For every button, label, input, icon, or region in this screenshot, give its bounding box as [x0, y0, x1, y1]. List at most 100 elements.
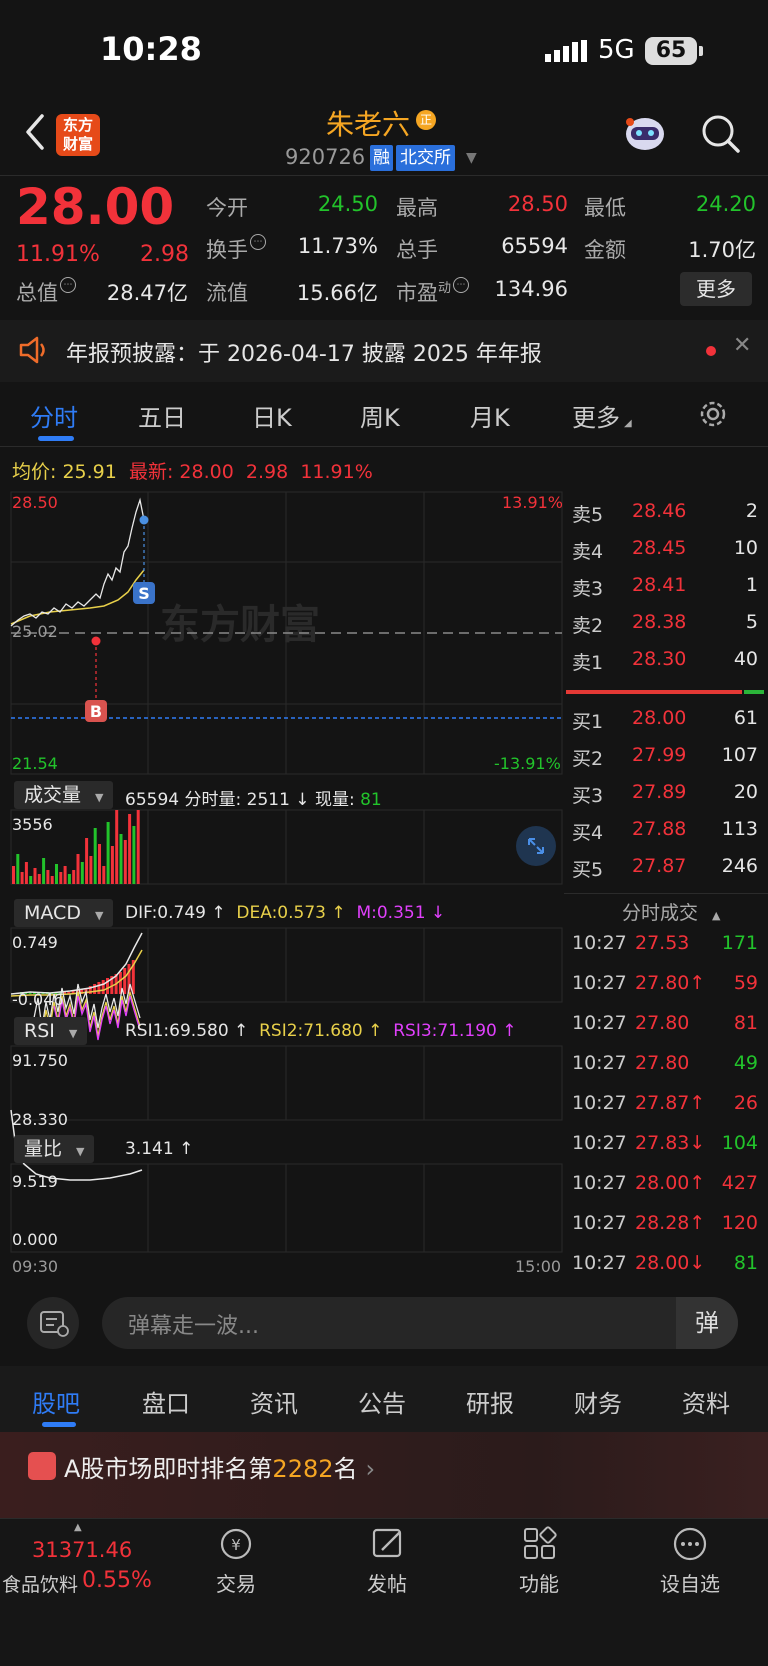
volume-bar — [46, 870, 50, 884]
last-price: 28.00 — [16, 178, 175, 236]
bid-row[interactable]: 买3 27.89 20 — [572, 781, 762, 813]
chevron-down-icon[interactable]: ▼ — [466, 150, 477, 166]
volume-bar — [20, 872, 24, 884]
open-value: 24.50 — [317, 192, 378, 216]
average-price-line — [10, 569, 145, 625]
nav-functions[interactable]: 功能 — [519, 1568, 559, 1597]
tab-news[interactable]: 资讯 — [250, 1384, 298, 1419]
indicator-select-rsi[interactable]: RSI ▼ — [14, 1017, 88, 1045]
ask-row[interactable]: 卖3 28.41 1 — [572, 574, 762, 606]
expand-icon[interactable] — [516, 826, 556, 866]
rsi-info: RSI1:69.580 ↑ RSI2:71.680 ↑ RSI3:71.190 … — [125, 1021, 517, 1041]
info-icon[interactable]: ⋯ — [453, 277, 470, 293]
svg-text:S: S — [138, 584, 150, 603]
sector-name[interactable]: 食品饮料 — [2, 1570, 78, 1597]
more-dots-icon[interactable] — [672, 1526, 708, 1566]
sell-point — [139, 515, 149, 525]
nav-trade[interactable]: 交易 — [216, 1568, 256, 1597]
change-percent: 11.91% — [16, 242, 100, 267]
stock-name[interactable]: 朱老六 — [326, 103, 410, 143]
volume-bar — [85, 838, 89, 884]
change-amount: 2.98 — [140, 242, 189, 267]
sector-change[interactable]: 0.55% — [82, 1568, 152, 1593]
sector-index-value[interactable]: 31371.46 — [32, 1538, 132, 1562]
tab-announcements[interactable]: 公告 — [358, 1384, 406, 1419]
chevron-up-icon[interactable]: ▲ — [74, 1522, 82, 1533]
ticks-title[interactable]: 分时成交 ▲ — [622, 898, 720, 925]
post-icon[interactable] — [370, 1526, 406, 1566]
indicator-select-macd[interactable]: MACD ▼ — [14, 899, 114, 927]
tab-profile[interactable]: 资料 — [682, 1384, 730, 1419]
tab-research[interactable]: 研报 — [466, 1384, 514, 1419]
status-time: 10:28 — [100, 30, 202, 68]
back-icon[interactable] — [22, 112, 48, 156]
time-axis-end: 15:00 — [515, 1257, 562, 1276]
trade-icon[interactable]: ¥ — [216, 1526, 256, 1566]
volume-bar — [80, 862, 84, 884]
search-icon[interactable] — [700, 113, 742, 159]
info-icon[interactable]: ⋯ — [60, 277, 76, 293]
robot-assistant-icon[interactable] — [622, 112, 668, 158]
gear-icon[interactable] — [697, 398, 729, 434]
nav-add-watchlist[interactable]: 设自选 — [660, 1568, 720, 1597]
bid-row[interactable]: 买5 27.87 246 — [572, 855, 762, 887]
pe-value: 134.96 — [494, 277, 568, 301]
tab-five-day[interactable]: 五日 — [138, 398, 186, 433]
ask-row[interactable]: 卖2 28.38 5 — [572, 611, 762, 643]
volume-bar — [93, 828, 97, 884]
functions-icon[interactable] — [522, 1526, 558, 1566]
network-type: 5G — [598, 35, 635, 65]
bid-row[interactable]: 买4 27.88 113 — [572, 818, 762, 850]
high-value: 28.50 — [507, 192, 568, 216]
volume-bar — [106, 822, 110, 884]
price-axis-mid: 25.02 — [12, 622, 58, 641]
amount-label: 金额 — [584, 238, 626, 262]
tab-more[interactable]: 更多 ◢ — [572, 398, 632, 433]
tab-monthly-k[interactable]: 月K — [470, 398, 510, 433]
volume-bar — [16, 854, 20, 884]
tab-intraday[interactable]: 分时 — [30, 398, 78, 433]
indicator-select-volume[interactable]: 成交量 ▼ — [14, 781, 114, 809]
volume-bar — [37, 874, 41, 884]
ask-row[interactable]: 卖4 28.45 10 — [572, 537, 762, 569]
volume-bar — [128, 814, 132, 884]
bid-row[interactable]: 买1 28.00 61 — [572, 707, 762, 739]
speaker-icon — [18, 335, 50, 369]
mktcap-label: 总值 ⋯ — [16, 277, 76, 307]
ask-row[interactable]: 卖1 28.30 40 — [572, 648, 762, 680]
tab-daily-k[interactable]: 日K — [252, 398, 292, 433]
notice-dot — [706, 346, 716, 356]
volume-bar — [50, 876, 54, 884]
ask-row[interactable]: 卖5 28.46 2 — [572, 500, 762, 532]
nav-post[interactable]: 发帖 — [367, 1568, 407, 1597]
macd-axis-top: 0.749 — [12, 933, 58, 952]
rsi-axis-bottom: 28.330 — [12, 1110, 68, 1129]
vr-axis-bottom: 0.000 — [12, 1230, 58, 1249]
volume-bar — [55, 864, 58, 884]
tab-pankou[interactable]: 盘口 — [142, 1384, 190, 1419]
danmu-send-button[interactable]: 弹 — [676, 1297, 738, 1349]
volume-bar — [102, 866, 106, 884]
tab-finance[interactable]: 财务 — [574, 1384, 622, 1419]
brand-logo: 东方 财富 — [56, 114, 100, 156]
price-axis-top: 28.50 — [12, 493, 58, 512]
volume-bar — [24, 862, 28, 884]
volume-bar — [33, 868, 37, 884]
tab-guba[interactable]: 股吧 — [32, 1384, 80, 1419]
info-icon[interactable]: ⋯ — [250, 234, 266, 250]
rank-text[interactable]: A股市场即时排名第2282名 › — [64, 1449, 375, 1484]
indicator-select-volume-ratio[interactable]: 量比 ▼ — [14, 1135, 95, 1163]
bid-row[interactable]: 买2 27.99 107 — [572, 744, 762, 776]
price-axis-bottom: 21.54 — [12, 754, 58, 773]
volume-bar — [132, 826, 136, 884]
tab-weekly-k[interactable]: 周K — [360, 398, 400, 433]
signal-icon — [545, 40, 589, 68]
close-icon[interactable]: ✕ — [733, 333, 751, 358]
divider — [0, 446, 768, 447]
time-axis-start: 09:30 — [12, 1257, 59, 1276]
more-button[interactable]: 更多 — [680, 272, 752, 306]
battery-icon: 65 — [645, 37, 697, 65]
high-label: 最高 — [396, 196, 438, 220]
margin-tag: 融 — [370, 145, 393, 171]
danmu-toggle-icon[interactable] — [27, 1297, 79, 1349]
